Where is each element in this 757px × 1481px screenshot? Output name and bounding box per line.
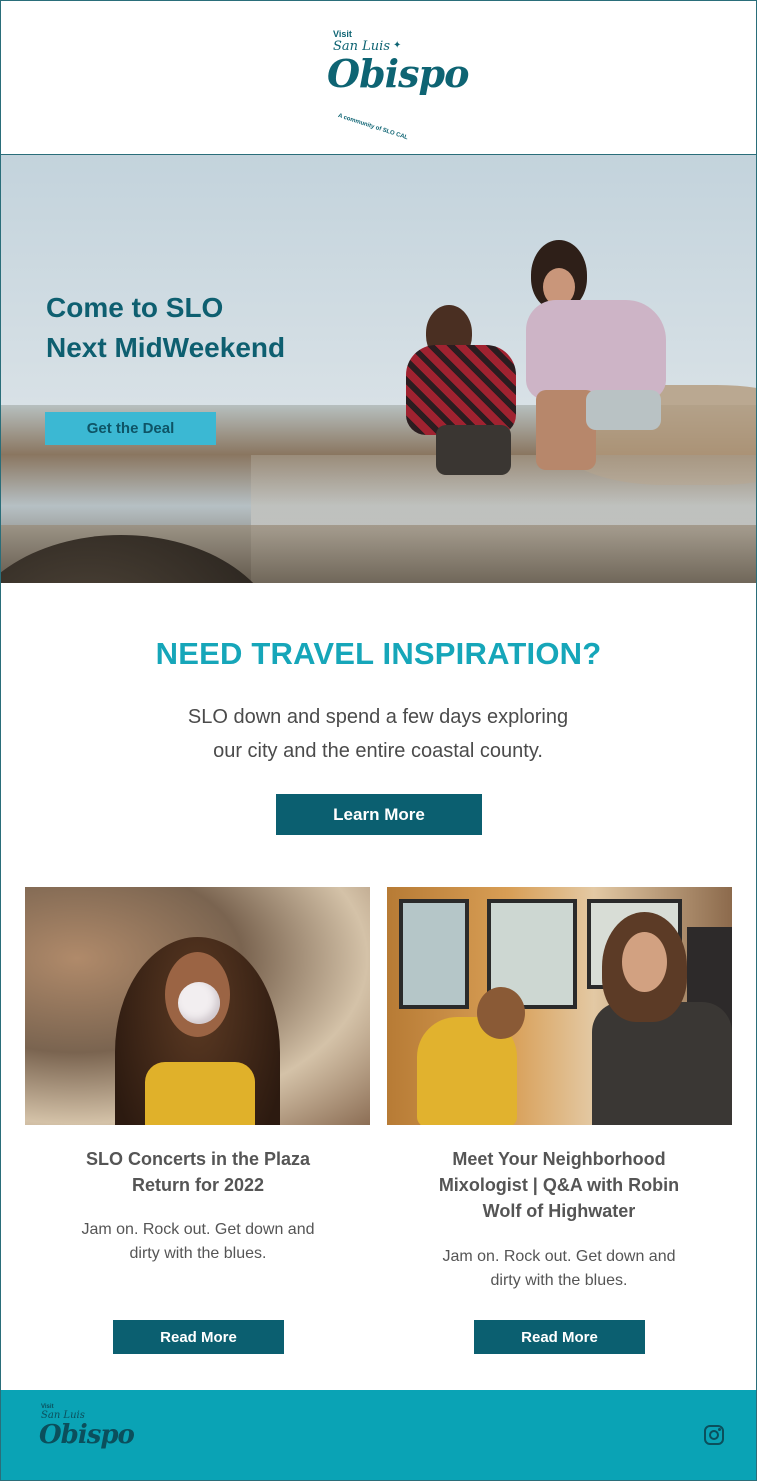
- inspiration-text-line-2: our city and the entire coastal county.: [213, 740, 543, 762]
- footer-logo[interactable]: Visit San Luis Obispo: [39, 1404, 135, 1470]
- card-1-desc-line-1: Jam on. Rock out. Get down and: [81, 1221, 315, 1238]
- card-1-title-line-1: SLO Concerts in the Plaza: [85, 1149, 311, 1169]
- logo-visit-text: Visit: [333, 29, 352, 39]
- hero-title-line-2: Next MidWeekend: [46, 332, 286, 363]
- card-2-image[interactable]: [387, 887, 732, 1125]
- header: Visit San Luis ✦ Obispo A community of S…: [1, 1, 756, 155]
- hero-person-right: [516, 240, 666, 480]
- footer: Visit San Luis Obispo: [1, 1390, 756, 1480]
- card-2-desc-line-1: Jam on. Rock out. Get down and: [442, 1248, 676, 1265]
- card-1-title-line-2: Return for 2022: [131, 1175, 265, 1195]
- card-2-title[interactable]: Meet Your Neighborhood Mixologist | Q&A …: [409, 1146, 709, 1224]
- footer-logo-obispo-text: Obispo: [39, 1420, 135, 1450]
- logo-star-icon: ✦: [393, 40, 402, 51]
- card-2-title-line-2: Mixologist | Q&A with Robin: [438, 1175, 680, 1195]
- card-1-title[interactable]: SLO Concerts in the Plaza Return for 202…: [48, 1146, 348, 1198]
- card-2-description: Jam on. Rock out. Get down and dirty wit…: [409, 1245, 709, 1293]
- get-the-deal-button[interactable]: Get the Deal: [45, 412, 216, 445]
- logo-tagline: A community of SLO CAL: [337, 113, 409, 142]
- hero-person-left: [406, 305, 516, 475]
- inspiration-text-line-1: SLO down and spend a few days exploring: [187, 706, 569, 728]
- card-1-desc-line-2: dirty with the blues.: [129, 1245, 267, 1262]
- hero-title-line-1: Come to SLO: [46, 292, 224, 323]
- inspiration-heading: NEED TRAVEL INSPIRATION?: [155, 636, 602, 671]
- card-2-title-line-3: Wolf of Highwater: [482, 1201, 636, 1221]
- card-1-image[interactable]: [25, 887, 370, 1125]
- inspiration-text: SLO down and spend a few days exploring …: [128, 700, 628, 768]
- logo-obispo-text: Obispo: [327, 51, 469, 96]
- card-1-read-more-button[interactable]: Read More: [113, 1320, 284, 1354]
- learn-more-button[interactable]: Learn More: [276, 794, 482, 835]
- card-2-title-line-1: Meet Your Neighborhood: [452, 1149, 666, 1169]
- card-2-desc-line-2: dirty with the blues.: [490, 1272, 628, 1289]
- visit-slo-logo[interactable]: Visit San Luis ✦ Obispo A community of S…: [327, 25, 469, 142]
- card-2-read-more-button[interactable]: Read More: [474, 1320, 645, 1354]
- hero-title: Come to SLO Next MidWeekend: [46, 288, 406, 368]
- card-1-description: Jam on. Rock out. Get down and dirty wit…: [48, 1218, 348, 1266]
- hero-banner[interactable]: Come to SLO Next MidWeekend Get the Deal: [1, 155, 756, 583]
- instagram-icon[interactable]: [704, 1425, 724, 1445]
